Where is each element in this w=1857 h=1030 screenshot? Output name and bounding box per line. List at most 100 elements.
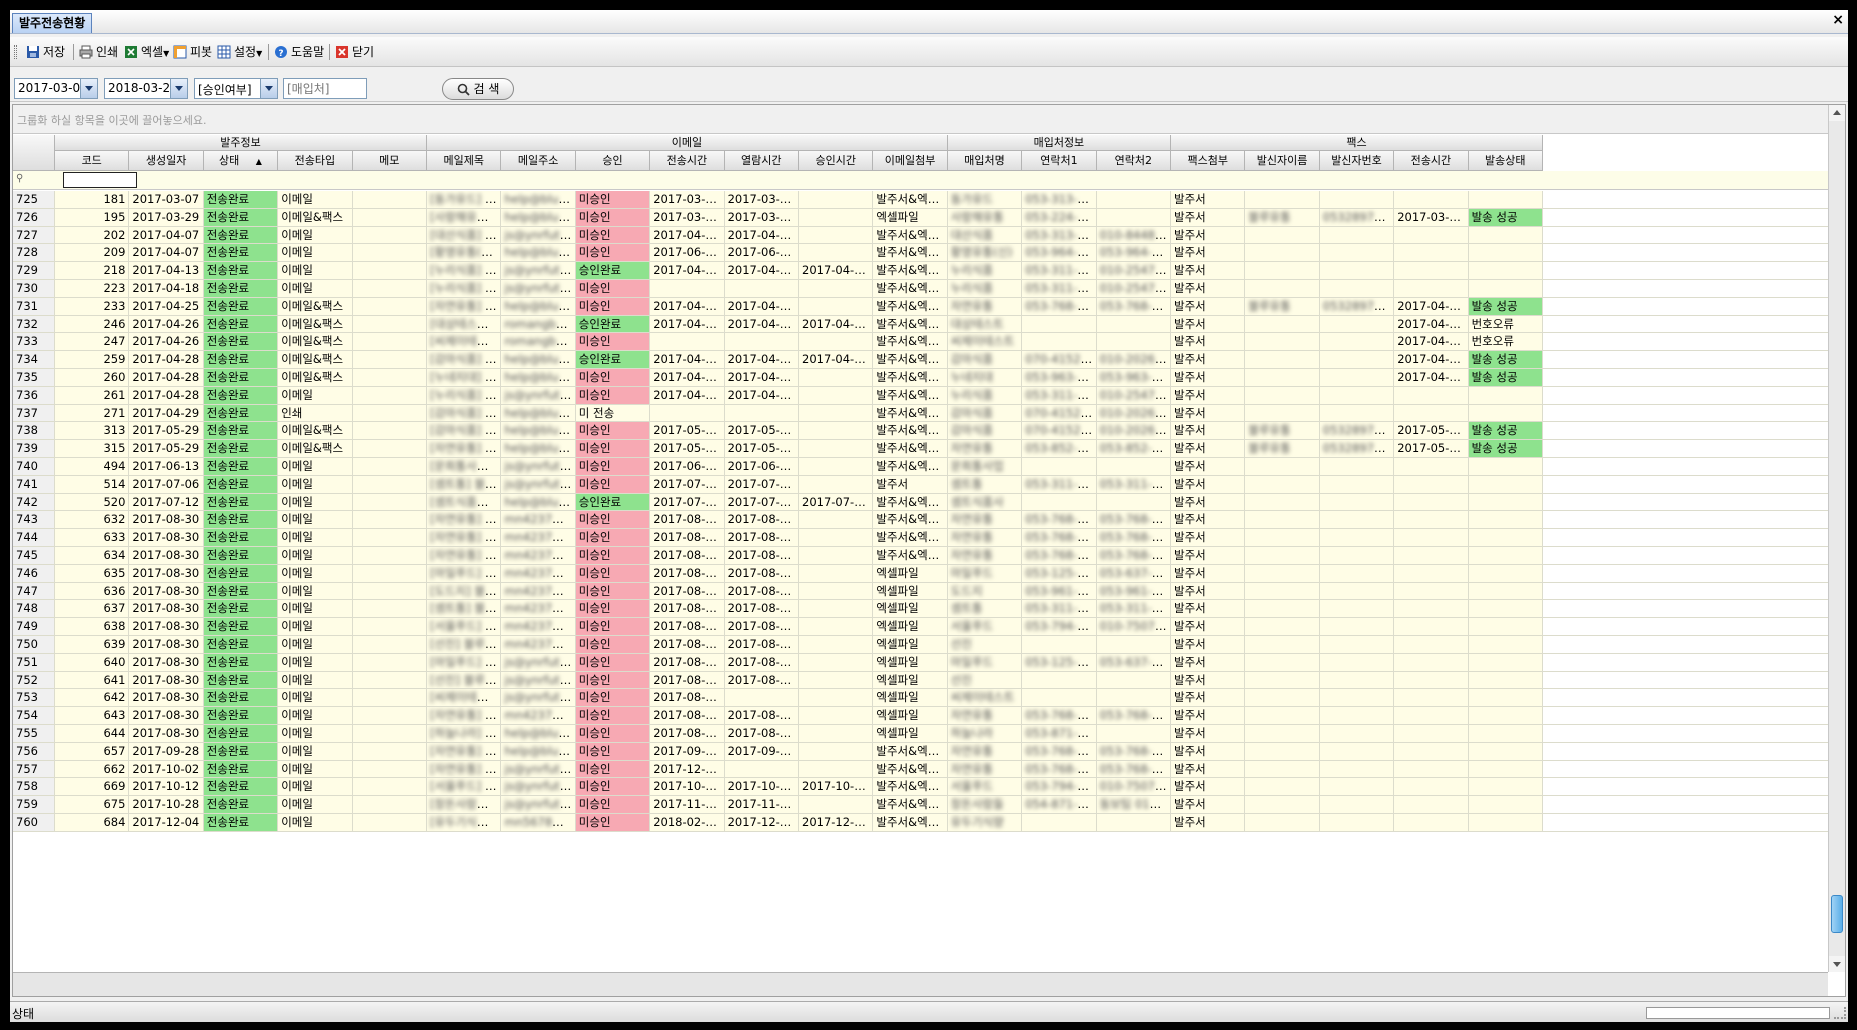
table-cell[interactable]: 전송완료 [203, 564, 279, 582]
table-cell[interactable]: [자연유통] 가... [427, 440, 502, 457]
table-cell[interactable]: 마일푸드 [947, 653, 1023, 671]
group-by-area[interactable]: 그룹화 하실 항목을 이곳에 끌어놓으세요. [13, 105, 1828, 134]
table-cell[interactable]: 633 [55, 529, 130, 546]
table-cell[interactable]: 0532897055 [1319, 440, 1395, 457]
table-cell[interactable]: 2017-08-30 ... [724, 511, 799, 529]
table-cell[interactable] [352, 707, 427, 724]
column-header[interactable]: 생성일자 [129, 151, 204, 171]
table-cell[interactable] [1096, 208, 1171, 226]
table-cell[interactable]: 발주서 [1171, 511, 1246, 529]
table-cell[interactable] [1394, 475, 1469, 493]
table-cell[interactable]: 053-768-0751 [1096, 707, 1171, 724]
table-cell[interactable]: 미승인 [575, 564, 651, 582]
table-cell[interactable] [352, 386, 427, 404]
table-cell[interactable] [1022, 493, 1097, 511]
column-header[interactable]: 승인시간 [799, 151, 874, 171]
table-cell[interactable]: 발주서 [1171, 582, 1246, 600]
table-cell[interactable]: 2017-04-29 [129, 404, 204, 422]
table-cell[interactable]: 엑셀파일 [873, 618, 948, 635]
table-cell[interactable]: 2017-08-30 [129, 529, 204, 546]
table-cell[interactable] [352, 457, 427, 475]
table-cell[interactable]: 2017-09-29 ... [724, 742, 799, 760]
filter-icon[interactable]: ⚲ [16, 173, 23, 184]
table-cell[interactable]: 2017-08-30 [129, 618, 204, 635]
approval-dropdown-icon[interactable] [260, 79, 277, 98]
table-cell[interactable]: 010-7507-84... [1096, 618, 1171, 635]
table-cell[interactable]: 이메일 [278, 475, 353, 493]
table-row[interactable]: 735 260 2017-04-28 전송완료 이메일&팩스 [누네지대] 세... hel… [13, 368, 1828, 387]
table-cell[interactable]: 전송완료 [203, 404, 279, 422]
table-cell[interactable]: 2017-08-30 ... [724, 653, 799, 671]
table-cell[interactable] [1022, 315, 1097, 333]
table-cell[interactable]: 641 [55, 671, 130, 689]
table-cell[interactable]: 발주서&엑셀... [873, 351, 948, 368]
table-cell[interactable] [1245, 351, 1320, 368]
table-cell[interactable]: 전송완료 [203, 742, 279, 760]
table-cell[interactable]: 053-311-0709 [1022, 279, 1097, 297]
table-cell[interactable] [799, 707, 874, 724]
table-cell[interactable]: mn4237@blu... [501, 582, 576, 600]
table-cell[interactable]: [자연유통] 블... [427, 742, 502, 760]
table-cell[interactable] [1468, 796, 1543, 813]
table-cell[interactable]: 2017-04-07 [129, 244, 204, 262]
table-row[interactable]: 746 635 2017-08-30 전송완료 이메일 [마일푸드] 가... mn4237… [13, 564, 1828, 583]
table-cell[interactable]: 발주서 [873, 475, 948, 493]
table-cell[interactable]: 이메일&팩스 [278, 315, 353, 333]
table-cell[interactable]: 블루유통 [1245, 297, 1320, 315]
table-cell[interactable] [1245, 511, 1320, 529]
table-cell[interactable] [1394, 671, 1469, 689]
table-cell[interactable]: 246 [55, 315, 130, 333]
table-row[interactable]: 751 640 2017-08-30 전송완료 이메일 [마일푸드] 가... js@ynr… [13, 653, 1828, 672]
table-cell[interactable]: 195 [55, 208, 130, 226]
supplier-input[interactable] [284, 79, 366, 98]
table-row[interactable]: 755 644 2017-08-30 전송완료 이메일 [하늘나라] 가... help@b… [13, 724, 1828, 743]
table-cell[interactable]: 2017-10-28 [129, 796, 204, 813]
table-cell[interactable]: 발송 성공 [1468, 297, 1543, 315]
table-cell[interactable]: js@ynrfuture... [501, 689, 576, 707]
table-cell[interactable] [1319, 244, 1395, 262]
table-cell[interactable]: 675 [55, 796, 130, 813]
table-cell[interactable]: 미승인 [575, 546, 651, 564]
table-cell[interactable] [1022, 635, 1097, 653]
table-cell[interactable]: 미승인 [575, 333, 651, 351]
table-cell[interactable]: 2017-03-29 ... [724, 208, 799, 226]
table-cell[interactable] [1468, 618, 1543, 635]
table-cell[interactable] [799, 689, 874, 707]
table-cell[interactable]: js@ynrfuture... [501, 279, 576, 297]
table-cell[interactable]: 259 [55, 351, 130, 368]
table-cell[interactable]: 054-871-1750 [1022, 796, 1097, 813]
table-cell[interactable]: help@bluesn... [501, 351, 576, 368]
table-cell[interactable]: 이메일 [278, 386, 353, 404]
table-cell[interactable]: 발주서 [1171, 191, 1246, 208]
table-cell[interactable]: 053-125-6280 [1022, 653, 1097, 671]
table-cell[interactable]: mn4237@blu... [501, 635, 576, 653]
table-cell[interactable]: 2017-05-29 ... [724, 440, 799, 457]
table-row[interactable]: 747 636 2017-08-30 전송완료 이메일 [도드지] 블루... mn4237… [13, 582, 1828, 601]
table-cell[interactable]: 2017-04-25 ... [724, 297, 799, 315]
column-header[interactable]: 메일제목 [427, 151, 502, 171]
table-cell[interactable]: 이메일 [278, 671, 353, 689]
table-cell[interactable]: 미승인 [575, 368, 651, 386]
table-cell[interactable]: 미승인 [575, 279, 651, 297]
table-cell[interactable]: 이메일 [278, 511, 353, 529]
table-cell[interactable]: 동가유드 [947, 191, 1023, 208]
toolbar-grip[interactable] [14, 45, 17, 59]
table-cell[interactable]: 2017-04-13 ... [650, 226, 725, 244]
table-row[interactable]: 733 247 2017-04-26 전송완료 이메일&팩스 [씨제이테스... roman… [13, 333, 1828, 352]
table-cell[interactable]: 2017-08-30 [129, 635, 204, 653]
table-cell[interactable] [352, 582, 427, 600]
table-cell[interactable]: 053-852-6858 [1022, 440, 1097, 457]
table-cell[interactable]: 2017-10-12 ... [799, 778, 874, 796]
table-cell[interactable]: 이메일 [278, 635, 353, 653]
table-cell[interactable]: 2017-04-28 ... [1394, 368, 1469, 386]
table-cell[interactable]: 2017-04-18 [129, 279, 204, 297]
table-row[interactable]: 730 223 2017-04-18 전송완료 이메일 [누리식품] 블... js@ynr… [13, 279, 1828, 298]
table-cell[interactable]: 이메일 [278, 796, 353, 813]
table-cell[interactable]: 218 [55, 262, 130, 279]
table-row[interactable]: 745 634 2017-08-30 전송완료 이메일 [자연유통] 블... mn4237… [13, 546, 1828, 565]
table-cell[interactable]: 이메일 [278, 262, 353, 279]
table-cell[interactable]: 발주서 [1171, 760, 1246, 778]
table-cell[interactable]: 2017-04-28 [129, 351, 204, 368]
table-cell[interactable]: 셈트통 [947, 475, 1023, 493]
table-cell[interactable]: 2017-08-30 [129, 564, 204, 582]
